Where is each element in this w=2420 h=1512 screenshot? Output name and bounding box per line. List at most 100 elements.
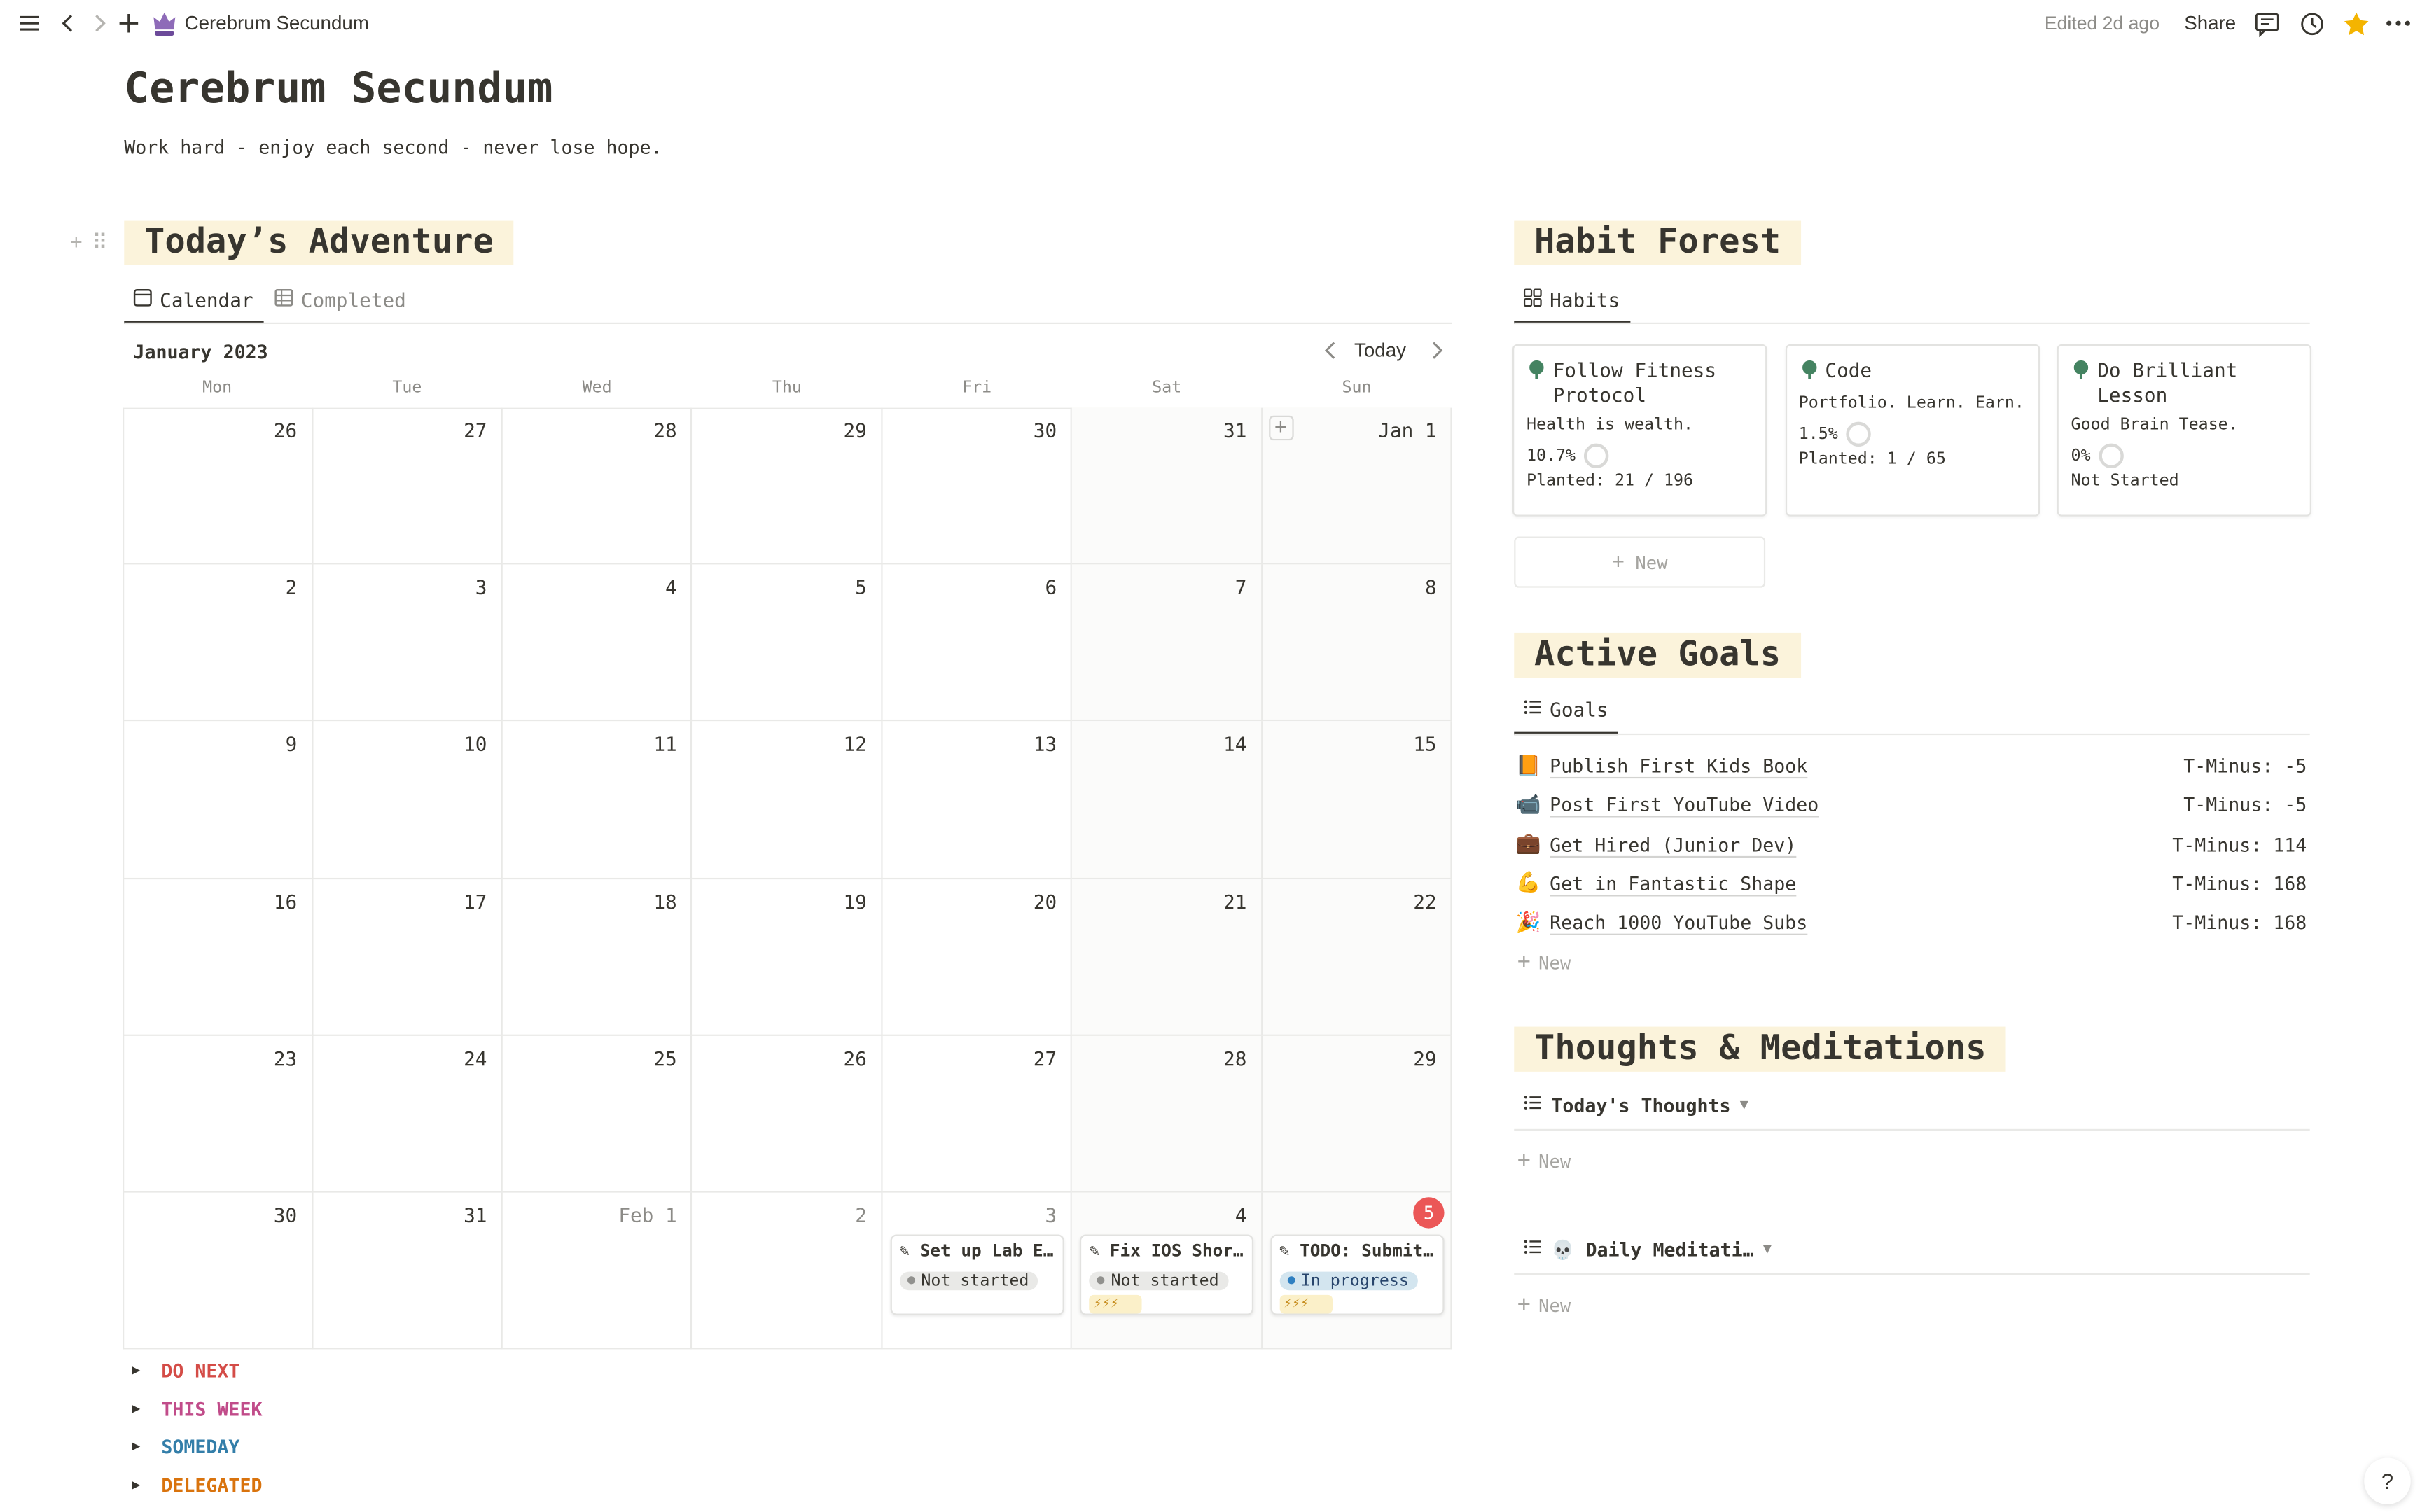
calendar-day-cell[interactable]: 24 (312, 1035, 503, 1193)
new-page-plus-icon[interactable] (118, 11, 139, 36)
page-subtitle[interactable]: Work hard - enjoy each second - never lo… (124, 136, 662, 158)
triangle-right-icon[interactable]: ▶ (132, 1363, 147, 1378)
calendar-day-cell[interactable]: 31 (1072, 407, 1263, 565)
toggle-delegated[interactable]: ▶ DELEGATED (132, 1474, 262, 1496)
calendar-day-cell[interactable]: 31 (312, 1192, 503, 1350)
goal-row[interactable]: 💪 Get in Fantastic Shape T-Minus: 168 (1515, 868, 2307, 899)
task-card[interactable]: ✎ Fix IOS Shor… Not started ⚡⚡⚡ (1080, 1234, 1254, 1315)
calendar-day-cell[interactable]: 2 (692, 1192, 883, 1350)
calendar-day-cell[interactable]: 9 (123, 722, 313, 879)
new-thought-button[interactable]: + New (1517, 1147, 1571, 1174)
calendar-day-cell[interactable]: 27 (312, 407, 503, 565)
calendar-day-cell[interactable]: 4 ✎ Fix IOS Shor… Not started ⚡⚡⚡ (1072, 1192, 1263, 1350)
goal-row[interactable]: 💼 Get Hired (Junior Dev) T-Minus: 114 (1515, 829, 2307, 860)
new-goal-button[interactable]: + New (1517, 949, 1571, 976)
calendar-day-cell[interactable]: Feb 1 (502, 1192, 693, 1350)
favorite-star-icon[interactable] (2342, 11, 2370, 38)
next-month-chevron-icon[interactable] (1428, 340, 1444, 368)
habit-card[interactable]: Do Brilliant Lesson Good Brain Tease. 0% No… (2057, 344, 2311, 517)
calendar-day-cell[interactable]: 2 (123, 564, 313, 722)
goal-name[interactable]: Reach 1000 YouTube Subs (1550, 912, 2172, 934)
toggle-do-next[interactable]: ▶ DO NEXT (132, 1360, 239, 1382)
drag-handle-icon[interactable]: ⠿ (92, 230, 108, 256)
triangle-right-icon[interactable]: ▶ (132, 1439, 147, 1455)
tab-completed[interactable]: Completed (274, 288, 406, 312)
goal-name[interactable]: Publish First Kids Book (1550, 755, 2183, 777)
help-button[interactable]: ? (2364, 1457, 2411, 1504)
calendar-day-cell[interactable]: 28 (1072, 1035, 1263, 1193)
toggle-this-week[interactable]: ▶ THIS WEEK (132, 1398, 262, 1420)
triangle-right-icon[interactable]: ▶ (132, 1401, 147, 1417)
calendar-day-cell[interactable]: 13 (882, 722, 1073, 879)
thoughts-heading[interactable]: Thoughts & Meditations (1514, 1026, 2007, 1072)
calendar-day-cell[interactable]: 28 (502, 407, 693, 565)
goal-name[interactable]: Get Hired (Junior Dev) (1550, 834, 2172, 855)
goal-row[interactable]: 📹 Post First YouTube Video T-Minus: -5 (1515, 790, 2307, 820)
view-todays-thoughts[interactable]: Today's Thoughts ▼ (1524, 1093, 1748, 1116)
goal-row[interactable]: 🎉 Reach 1000 YouTube Subs T-Minus: 168 (1515, 907, 2307, 938)
habits-heading[interactable]: Habit Forest (1514, 220, 1801, 265)
calendar-day-cell[interactable]: 26 (692, 1035, 883, 1193)
chevron-down-icon[interactable]: ▼ (1740, 1097, 1748, 1112)
calendar-day-cell[interactable]: 3 (312, 564, 503, 722)
calendar-day-cell[interactable]: 21 (1072, 878, 1263, 1036)
adventure-heading[interactable]: Today’s Adventure (124, 220, 514, 265)
history-clock-icon[interactable] (2299, 11, 2325, 38)
tab-goals[interactable]: Goals (1524, 698, 1608, 721)
goal-name[interactable]: Post First YouTube Video (1550, 794, 2183, 816)
calendar-day-cell[interactable]: 11 (502, 722, 693, 879)
task-card[interactable]: ✎ TODO: Submit… In progress ⚡⚡⚡ (1270, 1234, 1444, 1315)
forward-arrow-icon[interactable] (88, 11, 110, 36)
goals-heading[interactable]: Active Goals (1514, 632, 1801, 678)
calendar-day-cell[interactable]: 30 (123, 1192, 313, 1350)
calendar-day-cell[interactable]: 7 (1072, 564, 1263, 722)
view-daily-meditation[interactable]: 💀 Daily Meditati… ▼ (1524, 1238, 1772, 1261)
sidebar-menu-icon[interactable] (17, 11, 41, 36)
habit-card[interactable]: Follow Fitness Protocol Health is wealth.… (1512, 344, 1767, 517)
more-options-icon[interactable] (2384, 11, 2412, 36)
calendar-day-cell[interactable]: 23 (123, 1035, 313, 1193)
tab-calendar[interactable]: Calendar (133, 288, 253, 312)
add-event-button[interactable]: + (1268, 415, 1293, 441)
calendar-day-cell[interactable]: 26 (123, 407, 313, 565)
calendar-day-cell[interactable]: 6 (882, 564, 1073, 722)
calendar-day-cell[interactable]: 18 (502, 878, 693, 1036)
breadcrumb-title[interactable]: Cerebrum Secundum (185, 13, 369, 34)
calendar-day-cell[interactable]: 22 (1262, 878, 1452, 1036)
goal-row[interactable]: 📙 Publish First Kids Book T-Minus: -5 (1515, 750, 2307, 781)
calendar-day-cell[interactable]: 16 (123, 878, 313, 1036)
prev-month-chevron-icon[interactable] (1323, 340, 1339, 368)
new-meditation-button[interactable]: + New (1517, 1292, 1571, 1318)
share-button[interactable]: Share (2184, 13, 2236, 34)
calendar-day-cell[interactable]: 4 (502, 564, 693, 722)
calendar-day-cell[interactable]: 14 (1072, 722, 1263, 879)
calendar-day-cell[interactable]: 29 (1262, 1035, 1452, 1193)
comments-icon[interactable] (2254, 11, 2281, 38)
today-button[interactable]: Today (1354, 340, 1406, 361)
toggle-someday[interactable]: ▶ SOMEDAY (132, 1436, 239, 1458)
calendar-day-cell[interactable]: 17 (312, 878, 503, 1036)
block-handle[interactable]: + ⠿ (70, 230, 108, 256)
calendar-day-cell[interactable]: 15 (1262, 722, 1452, 879)
calendar-day-cell[interactable]: 20 (882, 878, 1073, 1036)
add-block-icon[interactable]: + (70, 230, 83, 256)
task-card[interactable]: ✎ Set up Lab E… Not started (890, 1234, 1064, 1315)
calendar-day-cell[interactable]: 5 (692, 564, 883, 722)
goal-name[interactable]: Get in Fantastic Shape (1550, 873, 2172, 895)
habit-card[interactable]: Code Portfolio. Learn. Earn. 1.5% Planted: … (1784, 344, 2040, 517)
chevron-down-icon[interactable]: ▼ (1763, 1241, 1772, 1256)
calendar-day-cell[interactable]: 25 (502, 1035, 693, 1193)
calendar-day-cell[interactable]: 30 (882, 407, 1073, 565)
calendar-day-cell[interactable]: 3 ✎ Set up Lab E… Not started (882, 1192, 1073, 1350)
calendar-day-cell[interactable]: 19 (692, 878, 883, 1036)
calendar-day-cell[interactable]: 5 ✎ TODO: Submit… In progress ⚡⚡⚡ (1262, 1192, 1452, 1350)
calendar-day-cell[interactable]: 27 (882, 1035, 1073, 1193)
calendar-day-cell[interactable]: 29 (692, 407, 883, 565)
calendar-day-cell[interactable]: Jan 1 + (1262, 407, 1452, 565)
page-title[interactable]: Cerebrum Secundum (124, 65, 552, 113)
calendar-day-cell[interactable]: 10 (312, 722, 503, 879)
calendar-day-cell[interactable]: 12 (692, 722, 883, 879)
back-arrow-icon[interactable] (57, 11, 79, 36)
tab-habits[interactable]: Habits (1523, 288, 1620, 312)
new-habit-button[interactable]: + New (1514, 536, 1766, 588)
